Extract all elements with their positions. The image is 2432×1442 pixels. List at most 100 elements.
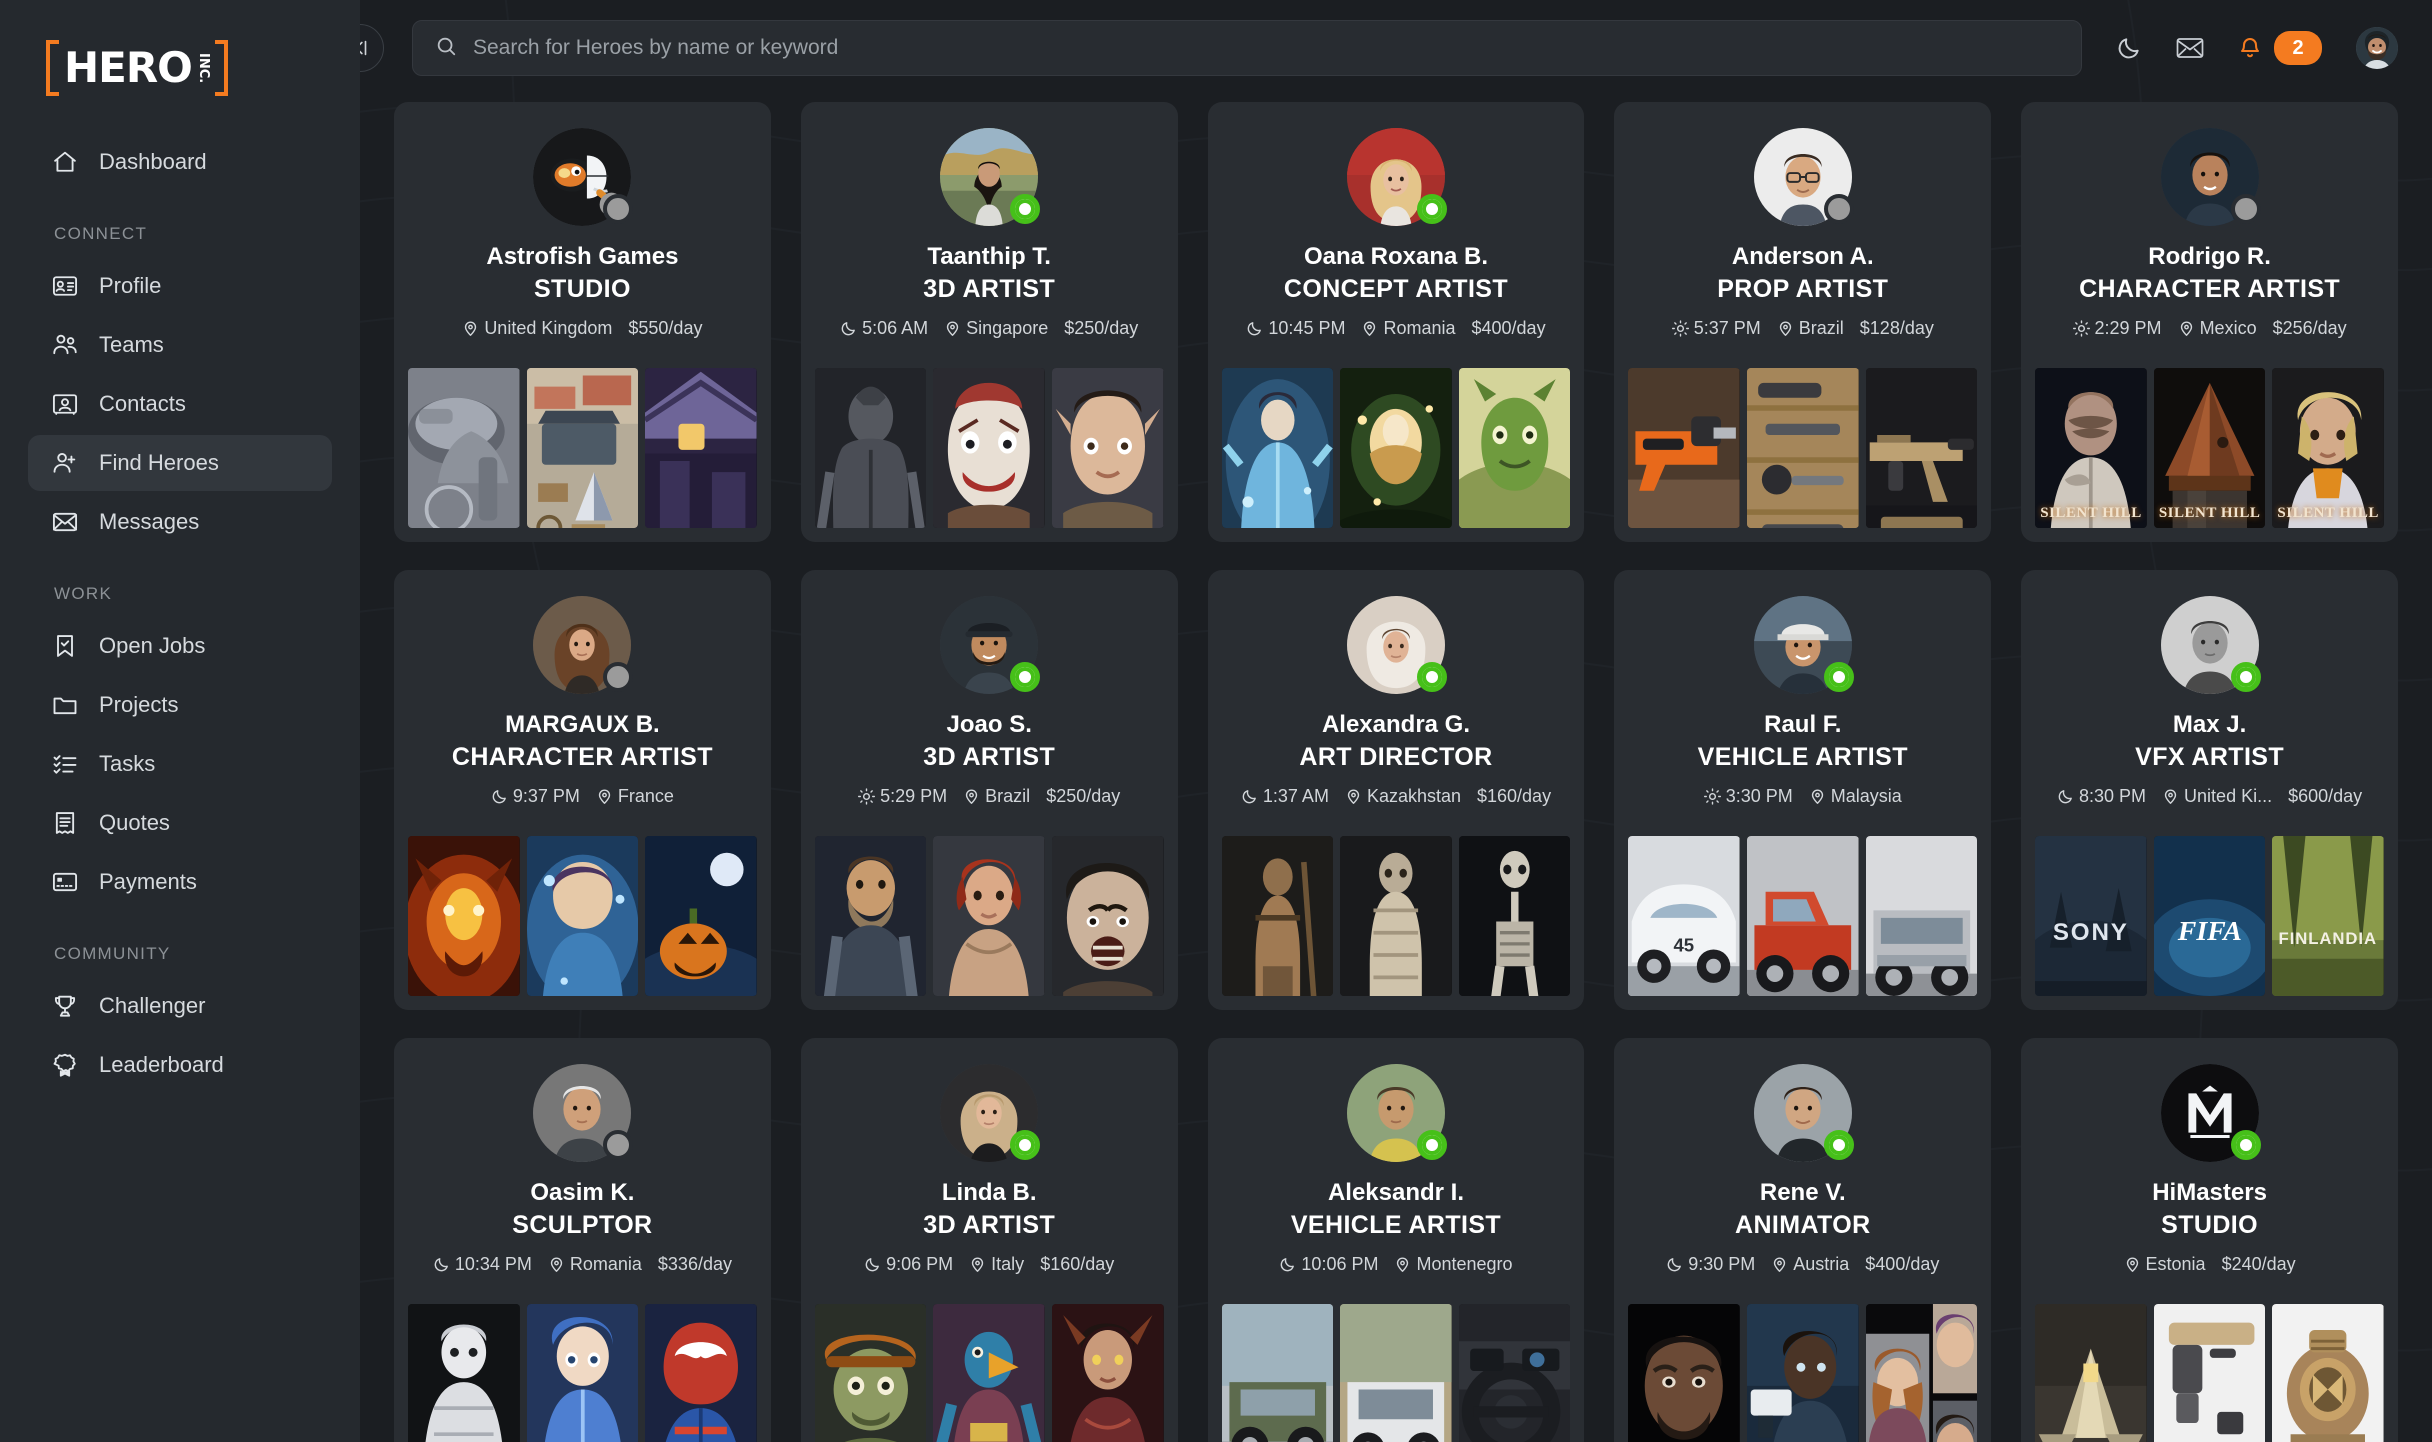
sidebar-item-tasks[interactable]: Tasks (28, 736, 332, 792)
search-bar[interactable] (412, 20, 2082, 76)
hero-meta: 9:37 PM France (491, 786, 674, 807)
portfolio-thumbnail[interactable] (1865, 368, 1978, 528)
portfolio-thumbnail[interactable] (1051, 368, 1164, 528)
moon-icon (491, 788, 508, 805)
portfolio-thumbnail[interactable] (1221, 836, 1334, 996)
sidebar-item-payments[interactable]: Payments (28, 854, 332, 910)
portfolio-thumbnail[interactable]: SILENT HILL (2272, 368, 2384, 528)
thumbnail-image-green-truck (1221, 1304, 1334, 1442)
hero-card[interactable]: Linda B. 3D ARTIST 9:06 PM Italy $160/day (800, 1038, 1178, 1442)
portfolio-thumbnail[interactable] (1458, 1304, 1571, 1442)
portfolio-thumbnail[interactable] (814, 368, 927, 528)
envelope-icon[interactable] (2176, 36, 2204, 60)
sidebar-item-profile[interactable]: Profile (28, 258, 332, 314)
portfolio-thumbnail[interactable]: 45 (1628, 836, 1740, 996)
logo-wordmark: HERO (64, 43, 193, 92)
sidebar-item-open-jobs[interactable]: Open Jobs (28, 618, 332, 674)
hero-card[interactable]: Rene V. ANIMATOR 9:30 PM Austria $400/day (1614, 1038, 1992, 1442)
portfolio-thumbnail[interactable]: MASTERS (2035, 1304, 2147, 1442)
thumbnail-image-white-armor-figure (408, 1304, 520, 1442)
portfolio-thumbnail[interactable] (1746, 836, 1859, 996)
portfolio-thumbnail[interactable] (526, 368, 639, 528)
moon-icon (1279, 1256, 1296, 1273)
hero-card[interactable]: Oasim K. SCULPTOR 10:34 PM Romania $336/d… (394, 1038, 771, 1442)
hero-card[interactable]: Joao S. 3D ARTIST 5:29 PM Brazil $250/day (800, 570, 1178, 1010)
portfolio-thumbnail[interactable] (645, 368, 757, 528)
portfolio-thumbnail[interactable] (814, 836, 927, 996)
hero-card[interactable]: Max J. VFX ARTIST 8:30 PM United Ki... $6… (2021, 570, 2398, 1010)
sidebar-item-contacts[interactable]: Contacts (28, 376, 332, 432)
portfolio-thumbnail[interactable] (1458, 368, 1571, 528)
portfolio-thumbnail[interactable]: SONY (2035, 836, 2147, 996)
portfolio-thumbnail[interactable] (408, 368, 520, 528)
hero-card[interactable]: Taanthip T. 3D ARTIST 5:06 AM Singapore $… (800, 102, 1178, 542)
hero-name: Aleksandr I. (1327, 1179, 1465, 1206)
sidebar-item-leaderboard[interactable]: Leaderboard (28, 1037, 332, 1093)
portfolio-thumbnail[interactable] (1340, 1304, 1452, 1442)
hero-name: Astrofish Games (486, 243, 679, 270)
portfolio-thumbnail[interactable] (1051, 836, 1164, 996)
sidebar-item-messages[interactable]: Messages (28, 494, 332, 550)
portfolio-thumbnail[interactable] (645, 1304, 757, 1442)
portfolio-thumbnail[interactable] (1340, 368, 1452, 528)
avatar[interactable] (2356, 27, 2398, 69)
hero-card[interactable]: Anderson A. PROP ARTIST 5:37 PM Brazil $1… (1614, 102, 1992, 542)
portfolio-thumbnail[interactable] (1865, 836, 1978, 996)
hero-card[interactable]: Raul F. VEHICLE ARTIST 3:30 PM Malaysia … (1614, 570, 1992, 1010)
pin-icon (548, 1256, 565, 1273)
status-badge (1010, 662, 1041, 692)
portfolio-thumbnail[interactable] (933, 1304, 1045, 1442)
portfolio-thumbnail[interactable] (1221, 1304, 1334, 1442)
sidebar-item-projects[interactable]: Projects (28, 677, 332, 733)
portfolio-thumbnail[interactable] (2153, 1304, 2266, 1442)
brand-logo[interactable]: HERO INC. (0, 0, 360, 112)
collapse-sidebar-icon[interactable] (360, 24, 384, 72)
notification-count-badge[interactable]: 2 (2274, 31, 2322, 65)
portfolio-thumbnail[interactable] (1628, 368, 1740, 528)
portfolio-thumbnail[interactable] (526, 1304, 639, 1442)
hero-avatar-wrap (533, 1064, 634, 1162)
portfolio-thumbnail[interactable] (1221, 368, 1334, 528)
portfolio-thumbnail[interactable] (1628, 1304, 1740, 1442)
hero-card[interactable]: Astrofish Games STUDIO United Kingdom $55… (394, 102, 771, 542)
status-badge (1823, 662, 1854, 692)
portfolio-thumbnail[interactable] (2272, 1304, 2384, 1442)
moon-icon[interactable] (2116, 35, 2142, 61)
portfolio-thumbnail[interactable] (814, 1304, 927, 1442)
hero-card[interactable]: Alexandra G. ART DIRECTOR 1:37 AM Kazakh… (1207, 570, 1585, 1010)
bell-icon[interactable] (2238, 35, 2262, 61)
portfolio-thumbnail[interactable] (408, 1304, 520, 1442)
hero-card[interactable]: Oana Roxana B. CONCEPT ARTIST 10:45 PM R… (1207, 102, 1585, 542)
hero-card[interactable]: Rodrigo R. CHARACTER ARTIST 2:29 PM Mexi… (2021, 102, 2398, 542)
hero-card[interactable]: HiMasters STUDIO Estonia $240/day MASTERS (2021, 1038, 2398, 1442)
portfolio-thumbnail[interactable] (645, 836, 757, 996)
portfolio-thumbnail[interactable] (1458, 836, 1571, 996)
portfolio-thumbnail[interactable] (408, 836, 520, 996)
thumbnail-image-jet-hangar (2035, 1304, 2147, 1442)
portfolio-thumbnail[interactable] (1746, 1304, 1859, 1442)
pin-icon (2162, 788, 2179, 805)
portfolio-thumbnail[interactable] (1865, 1304, 1978, 1442)
portfolio-thumbnail[interactable] (1340, 836, 1452, 996)
sidebar-item-find-heroes[interactable]: Find Heroes (28, 435, 332, 491)
portfolio-thumbnail[interactable]: FINLANDIA (2272, 836, 2384, 996)
hero-card[interactable]: MARGAUX B. CHARACTER ARTIST 9:37 PM Fran… (394, 570, 771, 1010)
portfolio-thumbnail[interactable] (933, 368, 1045, 528)
day-rate: $400/day (1471, 318, 1546, 339)
portfolio-thumbnail[interactable] (526, 836, 639, 996)
portfolio-thumbnail[interactable]: FIFA (2153, 836, 2266, 996)
portfolio-thumbnail[interactable] (933, 836, 1045, 996)
hero-name: Joao S. (946, 711, 1032, 738)
portfolio-thumbnail[interactable] (1746, 368, 1859, 528)
sidebar-item-teams[interactable]: Teams (28, 317, 332, 373)
hero-card[interactable]: Aleksandr I. VEHICLE ARTIST 10:06 PM Mon… (1207, 1038, 1585, 1442)
portfolio-thumbnails: MASTERS (2035, 1304, 2384, 1442)
location: Singapore (944, 318, 1048, 339)
sidebar-item-quotes[interactable]: Quotes (28, 795, 332, 851)
search-input[interactable] (473, 36, 2059, 60)
portfolio-thumbnail[interactable]: SILENT HILL (2153, 368, 2266, 528)
portfolio-thumbnail[interactable] (1051, 1304, 1164, 1442)
sidebar-item-challenger[interactable]: Challenger (28, 978, 332, 1034)
sidebar-item-dashboard[interactable]: Dashboard (28, 134, 332, 190)
portfolio-thumbnail[interactable]: SILENT HILL (2035, 368, 2147, 528)
